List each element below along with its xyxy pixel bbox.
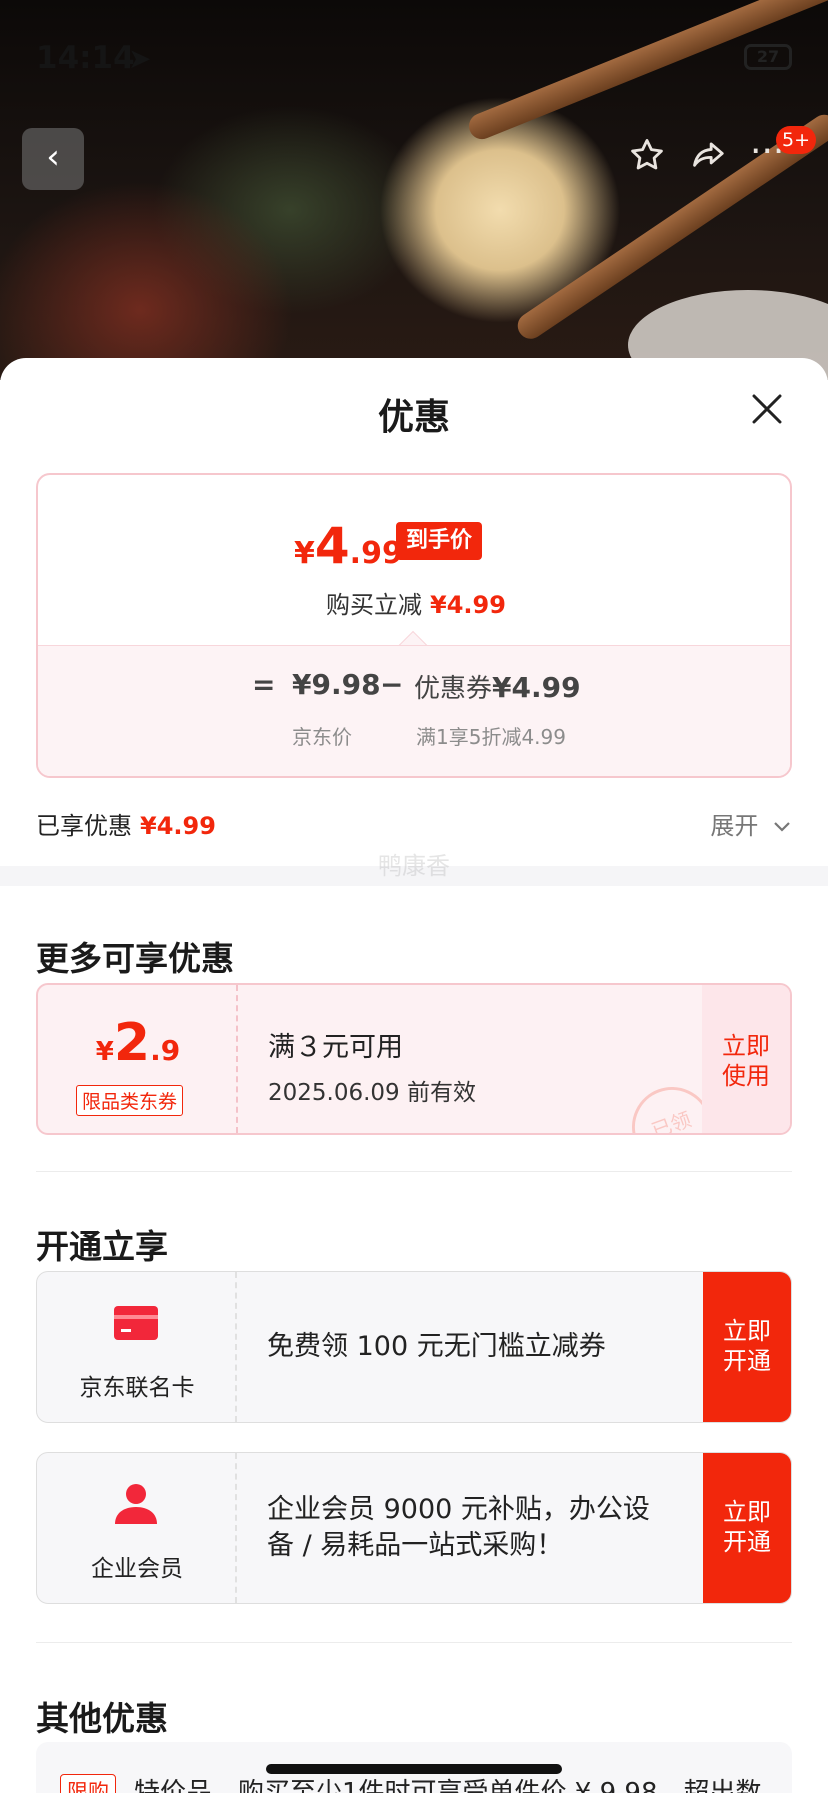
enterprise-member-text-content: 企业会员 9000 元补贴，办公设备 / 易耗品一站式采购！: [267, 1494, 650, 1561]
open-label-2: 开通: [723, 1347, 771, 1375]
person-icon: [115, 1484, 157, 1524]
more-discounts-title: 更多可享优惠: [36, 939, 234, 978]
back-button[interactable]: ‹: [22, 128, 84, 190]
limit-tag: 限购: [60, 1774, 116, 1793]
final-price-tag: 到手价: [396, 522, 483, 560]
chevron-left-icon: ‹: [46, 137, 60, 177]
coupon-amount: ¥2.9: [38, 1013, 238, 1073]
other-discounts-title: 其他优惠: [36, 1699, 168, 1738]
enjoyed-label: 已享优惠: [36, 812, 132, 840]
cobrand-card-text: 免费领 100 元无门槛立减券: [267, 1272, 657, 1422]
star-icon: [631, 139, 663, 170]
product-image: 14:14 ➤ 27 ‹ ··· 5+: [0, 0, 828, 380]
limited-purchase-text: 特价品，购买至少1件时可享受单件价 ¥ 9.98，超出数: [134, 1778, 762, 1793]
open-section-title: 开通立享: [36, 1227, 168, 1266]
enterprise-member-left: 企业会员: [37, 1453, 237, 1603]
close-button[interactable]: [750, 392, 784, 426]
coupon-type-badge: 限品类东券: [76, 1085, 184, 1116]
watermark: 鸭康香: [378, 852, 450, 880]
final-price-dec: .99: [349, 536, 403, 571]
instant-reduce-label: 购买立减: [326, 591, 423, 619]
coupon-deduction-amount: ¥4.99: [492, 671, 581, 704]
coupon-caption: 满1享5折减4.99: [416, 725, 566, 749]
location-arrow-icon: ➤: [128, 42, 152, 75]
final-price-area: ¥4.99 到手价 购买立减 ¥4.99: [38, 475, 790, 645]
final-price-int: 4: [314, 517, 350, 575]
coupon-deduction: 优惠券¥4.99: [414, 668, 581, 705]
use-now-label-1: 立即: [722, 1032, 770, 1060]
coupon-int: 2: [113, 1013, 151, 1073]
coupon-validity: 2025.06.09 前有效: [268, 1080, 476, 1106]
open-label-2: 开通: [723, 1528, 771, 1556]
battery-icon: 27: [744, 44, 792, 70]
cart-badge: 5+: [776, 126, 817, 154]
open-label-1: 立即: [723, 1317, 771, 1345]
jd-price: ¥9.98: [292, 668, 381, 701]
share-button[interactable]: [688, 136, 728, 185]
cobrand-card-offer[interactable]: 京东联名卡 免费领 100 元无门槛立减券 立即 开通: [36, 1271, 792, 1423]
coupon-value: ¥2.9 限品类东券: [38, 985, 238, 1133]
enjoyed-amount: ¥4.99: [140, 812, 216, 840]
home-indicator: [266, 1764, 562, 1774]
status-time: 14:14: [36, 40, 135, 76]
expand-label: 展开: [710, 812, 759, 840]
open-cobrand-button[interactable]: 立即 开通: [703, 1272, 791, 1422]
coupon-symbol: ¥: [95, 1037, 114, 1067]
credit-card-icon: [114, 1306, 158, 1340]
close-icon: [752, 394, 782, 424]
favorite-button[interactable]: [628, 136, 666, 185]
cobrand-card-left: 京东联名卡: [37, 1272, 237, 1422]
jd-price-caption: 京东价: [292, 725, 352, 749]
equals-sign: =: [252, 668, 276, 701]
instant-reduce-amount: ¥4.99: [430, 591, 506, 619]
expand-button[interactable]: 展开: [710, 806, 792, 841]
coupon-card[interactable]: ¥2.9 限品类东券 满３元可用 2025.06.09 前有效 已领 立即 使用: [36, 983, 792, 1135]
discount-sheet: 优惠 ¥4.99 到手价 购买立减 ¥4.99 = ¥9.98 − 优惠券¥4.9…: [0, 358, 828, 1793]
enjoyed-discount: 已享优惠 ¥4.99: [36, 806, 216, 841]
chevron-down-icon: [774, 822, 790, 832]
status-bar: 14:14 ➤ 27: [36, 40, 792, 80]
use-now-button[interactable]: 立即 使用: [702, 985, 790, 1133]
instant-reduce-line: 购买立减 ¥4.99: [38, 585, 790, 620]
minus-sign: −: [380, 668, 404, 701]
price-formula: = ¥9.98 − 优惠券¥4.99 京东价 满1享5折减4.99: [38, 645, 790, 776]
divider: [36, 1642, 792, 1643]
share-icon: [693, 142, 724, 167]
enterprise-member-name: 企业会员: [91, 1556, 183, 1582]
open-label-1: 立即: [723, 1498, 771, 1526]
sheet-title: 优惠: [377, 397, 450, 438]
coupon-deduction-label: 优惠券: [414, 674, 493, 704]
cobrand-card-text-content: 免费领 100 元无门槛立减券: [267, 1331, 606, 1362]
use-now-label-2: 使用: [722, 1062, 770, 1090]
open-enterprise-button[interactable]: 立即 开通: [703, 1453, 791, 1603]
coupon-dec: .9: [150, 1034, 181, 1067]
final-price-symbol: ¥: [294, 536, 315, 571]
price-breakdown-card: ¥4.99 到手价 购买立减 ¥4.99 = ¥9.98 − 优惠券¥4.99 京…: [36, 473, 792, 778]
final-price: ¥4.99: [294, 517, 403, 575]
divider: [36, 1171, 792, 1172]
coupon-condition: 满３元可用: [268, 1032, 403, 1063]
enterprise-member-offer[interactable]: 企业会员 企业会员 9000 元补贴，办公设备 / 易耗品一站式采购！ 立即 开…: [36, 1452, 792, 1604]
enterprise-member-text: 企业会员 9000 元补贴，办公设备 / 易耗品一站式采购！: [267, 1453, 657, 1603]
cobrand-card-name: 京东联名卡: [79, 1375, 195, 1401]
